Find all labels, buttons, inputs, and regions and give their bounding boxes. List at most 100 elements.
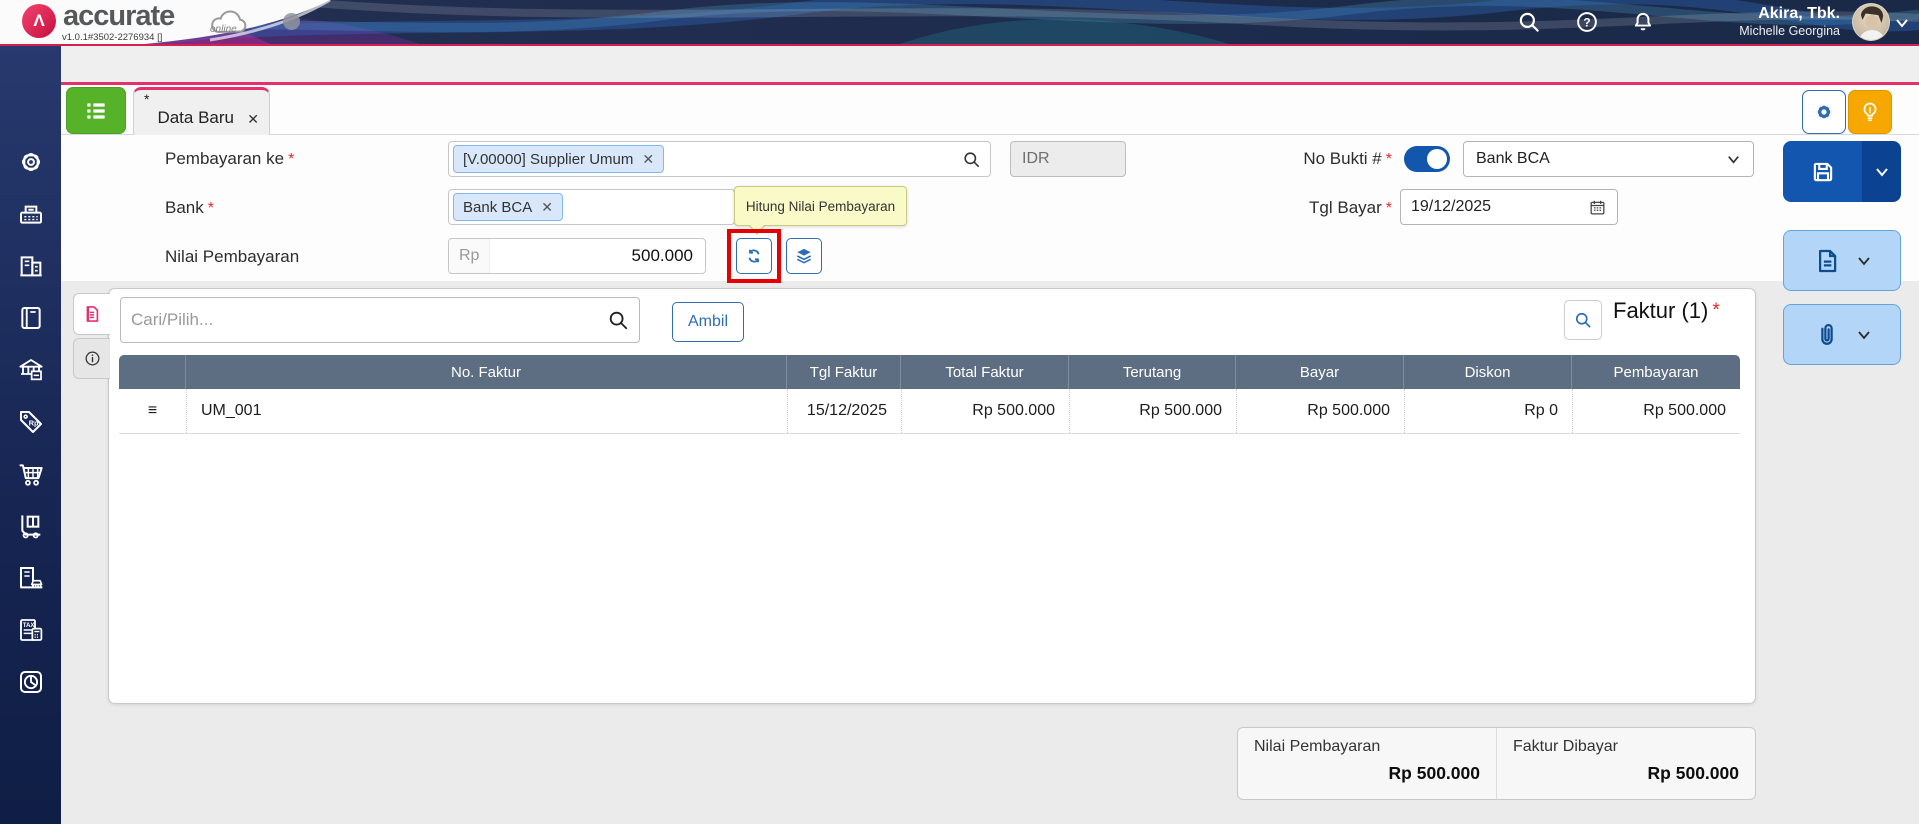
cash-register-icon[interactable] (15, 198, 47, 230)
minitab-info[interactable] (73, 338, 110, 379)
row-drag-handle[interactable]: ≡ (119, 389, 186, 433)
ledger-book-icon[interactable] (15, 302, 47, 334)
settings-icon[interactable] (15, 146, 47, 178)
header-terutang: Terutang (1069, 355, 1236, 389)
chevron-down-icon (1726, 152, 1741, 167)
report-chart-icon[interactable] (15, 666, 47, 698)
form-background (61, 85, 1919, 281)
cell-total-faktur: Rp 500.000 (901, 389, 1069, 433)
faktur-lookup-button[interactable] (1564, 300, 1602, 340)
ambil-button-label: Ambil (688, 313, 728, 331)
minitab-faktur[interactable] (73, 293, 110, 335)
nilai-pembayaran-label: Nilai Pembayaran (165, 246, 299, 268)
pembayaran-ke-input[interactable]: [V.00000] Supplier Umum ✕ (448, 141, 991, 177)
form-settings-button[interactable] (1802, 90, 1846, 134)
document-icon (1812, 246, 1842, 276)
table-row[interactable]: ≡ UM_001 15/12/2025 Rp 500.000 Rp 500.00… (119, 389, 1740, 434)
list-icon (83, 98, 109, 124)
tab-data-baru-close-icon[interactable]: ✕ (247, 111, 259, 128)
info-icon (83, 349, 102, 368)
unsaved-marker: * (144, 91, 149, 107)
tax-icon[interactable]: TAX (15, 614, 47, 646)
tooltip-hitung-nilai: Hitung Nilai Pembayaran (734, 186, 907, 226)
no-bukti-label: No Bukti #* (1230, 148, 1392, 170)
hints-button[interactable] (1848, 90, 1892, 134)
annotation-highlight-box (727, 229, 781, 283)
supplier-chip: [V.00000] Supplier Umum ✕ (453, 145, 664, 173)
app-window: Λ accurate online v1.0.1#3502-2276934 []… (0, 0, 1919, 824)
active-tab-underline (0, 82, 1919, 85)
nilai-pembayaran-input[interactable]: Rp 500.000 (448, 238, 706, 274)
payment-summary: Nilai Pembayaran Rp 500.000 Faktur Dibay… (1237, 727, 1756, 800)
cell-tgl-faktur: 15/12/2025 (787, 389, 901, 433)
delivery-handtruck-icon[interactable] (15, 510, 47, 542)
header-handle-column (119, 355, 186, 389)
bank-input[interactable]: Bank BCA ✕ (448, 189, 735, 225)
layers-icon (794, 246, 814, 266)
bank-chip-remove-icon[interactable]: ✕ (541, 199, 553, 216)
company-buildings-icon[interactable] (15, 250, 47, 282)
summary-faktur-label: Faktur Dibayar (1513, 738, 1739, 756)
summary-faktur-value: Rp 500.000 (1513, 763, 1739, 784)
nilai-pembayaran-value: 500.000 (632, 246, 693, 266)
bank-chip: Bank BCA ✕ (453, 193, 563, 221)
record-list-button[interactable] (66, 87, 126, 134)
lookup-search-icon[interactable] (962, 150, 981, 169)
tab-data-baru[interactable]: * Data Baru ✕ (133, 87, 270, 135)
asset-building-car-icon[interactable] (15, 562, 47, 594)
cell-diskon: Rp 0 (1404, 389, 1572, 433)
search-icon[interactable] (607, 309, 629, 331)
document-tabbar: Dashboard Pembayaran Pembelian ✕ 2 (61, 46, 1919, 82)
required-asterisk: * (1712, 300, 1719, 322)
company-name: Akira, Tbk. (1650, 4, 1840, 24)
tgl-bayar-value: 19/12/2025 (1411, 198, 1491, 216)
header-total-faktur: Total Faktur (901, 355, 1069, 389)
no-bukti-auto-toggle[interactable] (1404, 146, 1450, 172)
price-tag-rp-icon[interactable]: Rp (15, 406, 47, 438)
bank-chip-label: Bank BCA (463, 199, 532, 216)
purchase-cart-icon[interactable] (15, 458, 47, 490)
supplier-chip-remove-icon[interactable]: ✕ (642, 151, 654, 168)
header-divider (0, 44, 1919, 46)
no-bukti-bank-select[interactable]: Bank BCA (1463, 141, 1754, 177)
cell-pembayaran: Rp 500.000 (1572, 389, 1740, 433)
currency-value: IDR (1022, 150, 1050, 168)
paperclip-icon (1812, 320, 1842, 350)
attachment-button[interactable] (1783, 304, 1901, 365)
faktur-table: No. Faktur Tgl Faktur Total Faktur Terut… (119, 355, 1740, 434)
user-menu-chevron-icon[interactable] (1894, 15, 1910, 31)
faktur-search-input[interactable] (131, 310, 607, 330)
no-bukti-bank-value: Bank BCA (1476, 150, 1550, 168)
search-icon (1573, 310, 1593, 330)
bank-icon[interactable] (15, 354, 47, 386)
cell-bayar: Rp 500.000 (1236, 389, 1404, 433)
faktur-search-box (120, 297, 640, 343)
faktur-panel (108, 288, 1756, 704)
header-diskon: Diskon (1404, 355, 1572, 389)
app-header: Λ accurate online v1.0.1#3502-2276934 []… (0, 0, 1919, 44)
tgl-bayar-date-input[interactable]: 19/12/2025 (1400, 189, 1618, 225)
search-icon[interactable] (1516, 9, 1542, 35)
currency-prefix: Rp (449, 239, 490, 273)
summary-nilai-value: Rp 500.000 (1254, 763, 1480, 784)
user-avatar[interactable] (1852, 3, 1890, 41)
svg-text:?: ? (1583, 15, 1590, 29)
header-no-faktur: No. Faktur (186, 355, 787, 389)
document-icon (82, 304, 102, 324)
bank-label: Bank* (165, 197, 214, 219)
accurate-logo-icon[interactable]: Λ (22, 4, 56, 38)
alokasi-layers-button[interactable] (786, 238, 822, 274)
user-menu[interactable]: Akira, Tbk. Michelle Georgina (1650, 4, 1840, 40)
document-actions-button[interactable] (1783, 230, 1901, 291)
required-asterisk: * (288, 151, 294, 168)
faktur-panel-title: Faktur (1)* (1613, 294, 1756, 328)
user-name: Michelle Georgina (1650, 24, 1840, 40)
help-icon[interactable]: ? (1574, 9, 1600, 35)
ambil-button[interactable]: Ambil (672, 302, 744, 342)
gear-icon (1812, 100, 1836, 124)
save-button[interactable] (1783, 141, 1862, 202)
save-options-dropdown[interactable] (1862, 141, 1901, 202)
calendar-icon[interactable] (1588, 198, 1607, 217)
status-dot (283, 13, 300, 30)
chevron-down-icon (1856, 327, 1872, 343)
